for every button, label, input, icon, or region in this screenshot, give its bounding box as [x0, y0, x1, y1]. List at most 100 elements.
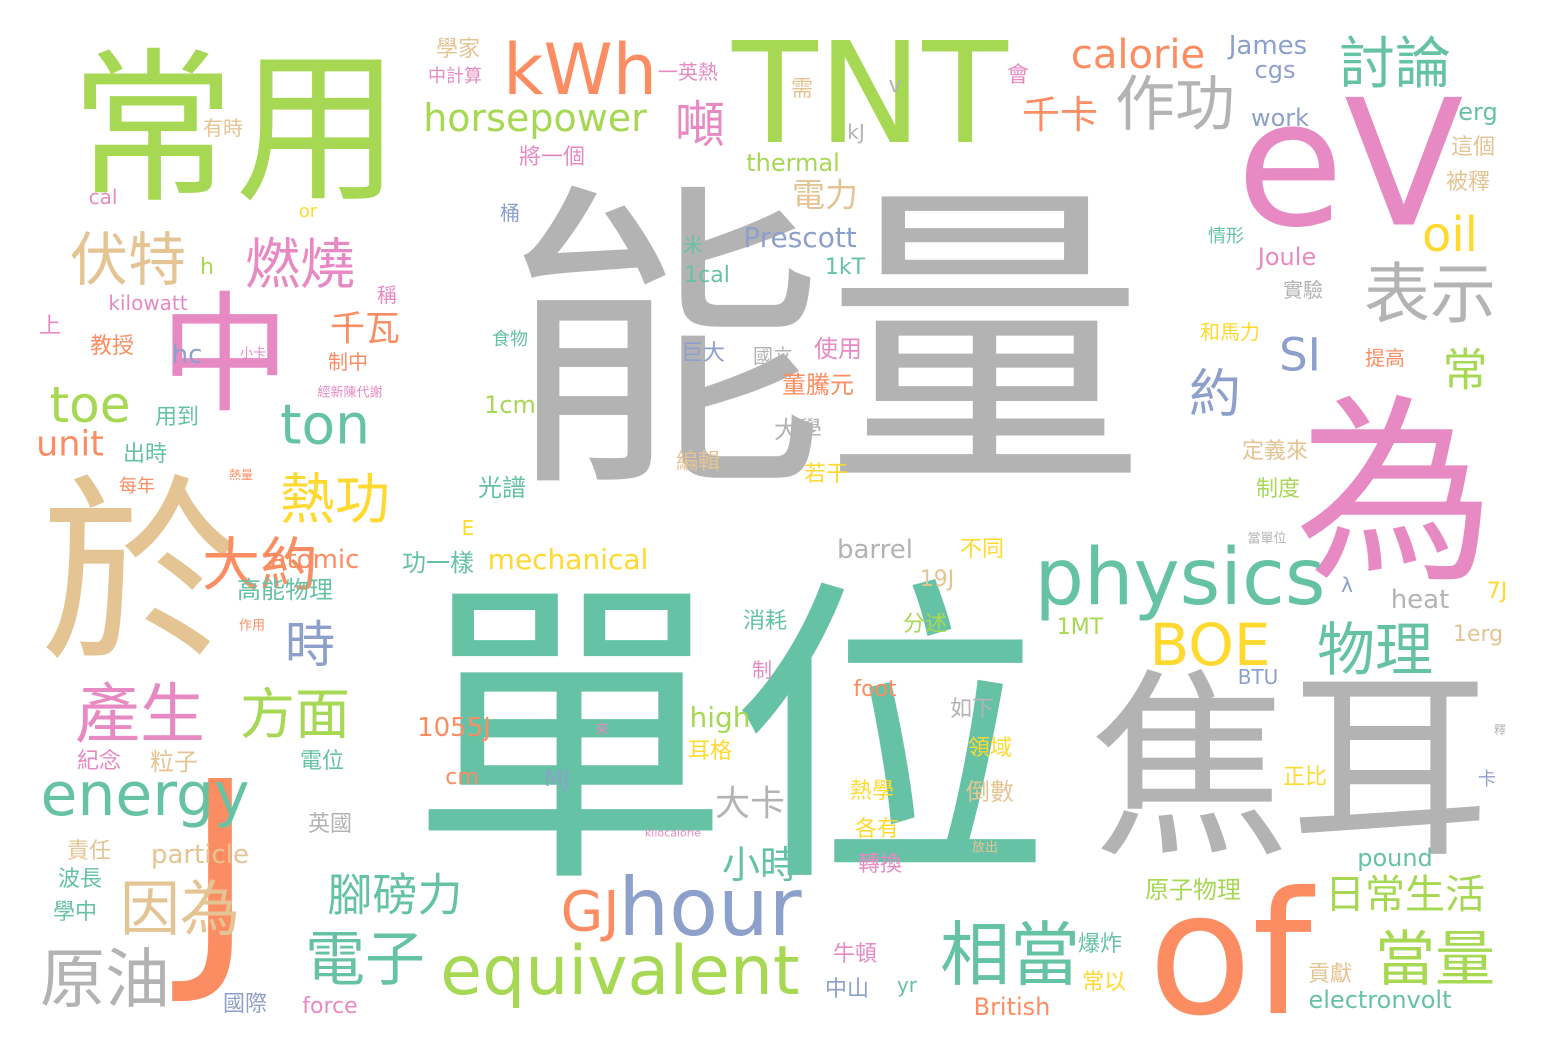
word-kilocalorie: kilocalorie [644, 826, 702, 840]
word-cjk-24: 表示 [1364, 256, 1496, 333]
word-cjk-115: 用到 [154, 405, 200, 430]
word-cjk-131: 消耗 [742, 609, 788, 634]
word-cjk-132: 分述 [902, 612, 948, 637]
word-or: or [298, 201, 318, 222]
word-gj: GJ [560, 879, 620, 944]
word-cjk-42: 常 [1442, 343, 1488, 397]
word-cjk-150: 波長 [57, 867, 103, 892]
word-cjk-149: 轉換 [857, 852, 903, 877]
word-british: British [973, 993, 1051, 1021]
word-work: work [1250, 104, 1310, 132]
word-cjk-20: 因為 [120, 875, 240, 945]
word-cjk-47: 千瓦 [329, 309, 401, 350]
word-cal: cal [88, 185, 118, 209]
word-joule: Joule [1257, 243, 1317, 271]
word-cjk-21: 電子 [305, 925, 425, 995]
word-oil: oil [1421, 207, 1479, 263]
word-cjk-133: 作用 [238, 618, 266, 634]
word-cjk-98: 需 [790, 77, 814, 102]
word-kj: kJ [847, 120, 865, 144]
word-energy: energy [40, 760, 250, 830]
word-ton: ton [279, 392, 371, 457]
word-cjk-125: 若干 [803, 462, 849, 487]
word-cjk-105: 提高 [1365, 346, 1405, 370]
word-cjk-136: 耳格 [687, 739, 733, 764]
word-cjk-154: 牛頓 [832, 942, 878, 967]
word-cjk-123: 大學 [774, 416, 822, 444]
word-cjk-146: 各有 [854, 817, 900, 842]
word-cjk-128: 功一樣 [402, 549, 474, 577]
word-kilowatt: kilowatt [108, 291, 188, 315]
word-erg: erg [1458, 98, 1498, 126]
word-cjk-49: 大卡 [714, 784, 786, 825]
word-h: h [200, 255, 214, 280]
word-cjk-158: 國際 [222, 992, 268, 1017]
word-cjk-94: 有時 [203, 116, 243, 140]
word-cjk-91: 學家 [435, 37, 481, 62]
word-cjk-45: 噸 [675, 96, 725, 154]
word-mechanical: mechanical [487, 543, 649, 576]
word-cjk-95: 將一個 [518, 145, 586, 170]
word-cjk-26: 討論 [1339, 32, 1451, 97]
word-cjk-48: 電力 [792, 175, 858, 215]
word-cjk-138: 粒子 [150, 748, 198, 776]
word-horsepower: horsepower [423, 96, 647, 140]
word-cjk-157: 中山 [824, 977, 870, 1002]
word-1cm: 1cm [484, 391, 536, 419]
word-cjk-141: 領域 [967, 736, 1013, 761]
word-cjk-119: 巨大 [680, 341, 726, 366]
word-thermal: thermal [746, 149, 840, 177]
word-cjk-104: 和馬力 [1200, 320, 1260, 344]
word-cjk-152: 原子物理 [1145, 876, 1241, 904]
word-1kt: 1kT [824, 255, 866, 280]
word-cjk-137: 紀念 [76, 749, 122, 774]
word-19j: 19J [919, 567, 955, 592]
word-cjk-118: 熱量 [228, 468, 254, 482]
word-cjk-107: 制度 [1255, 477, 1301, 502]
word-cjk-103: 實驗 [1283, 278, 1323, 302]
word-foot: foot [853, 677, 897, 702]
word-cjk-143: 正比 [1282, 765, 1328, 790]
word-cjk-25: 作功 [1115, 70, 1235, 140]
word-pound: pound [1357, 844, 1433, 872]
word-heat: heat [1390, 585, 1450, 615]
word-cjk-46: 千卡 [1021, 93, 1099, 137]
word-cgs: cgs [1254, 56, 1296, 84]
word-cjk-145: 熱學 [849, 779, 895, 804]
word-kwh: kWh [502, 29, 658, 111]
word-cjk-108: 上 [38, 314, 62, 339]
word-btu: BTU [1237, 665, 1279, 689]
word-cjk-23: 物理 [1316, 616, 1434, 684]
word-mj: MJ [544, 767, 570, 792]
word-cjk-87: λ [1341, 573, 1353, 597]
word-cjk-140: 來 [595, 722, 609, 738]
word-cjk-43: 時 [285, 616, 335, 674]
word-cjk-120: 國立 [753, 344, 793, 368]
word-cjk-101: 被釋 [1445, 170, 1491, 195]
word-cjk-16: 當量 [1375, 925, 1495, 995]
word-cjk-15: 相當 [940, 914, 1080, 996]
word-cjk-144: 英國 [307, 812, 353, 837]
word-cjk-155: 常以 [1081, 970, 1127, 995]
word-cjk-121: 使用 [814, 335, 862, 363]
word-physics: physics [1034, 533, 1326, 623]
word-cjk-117: 每年 [119, 476, 155, 497]
word-cjk-156: 貢獻 [1307, 962, 1353, 987]
word-cjk-106: 定義來 [1241, 439, 1309, 464]
word-cm: cm [445, 765, 479, 790]
word-cjk-142: 倒數 [966, 778, 1014, 806]
word-si: SI [1279, 328, 1321, 382]
word-cjk-130: 當單位 [1247, 531, 1287, 547]
word-cjk-99: 會 [1006, 63, 1030, 88]
word-cjk-29: 熱功 [279, 467, 391, 532]
word-yr: yr [896, 973, 918, 997]
word-7j: 7J [1486, 579, 1508, 604]
word-barrel: barrel [836, 535, 914, 565]
word-cjk-112: 食物 [492, 329, 528, 350]
word-cjk-139: 電位 [299, 749, 345, 774]
word-1erg: 1erg [1452, 622, 1504, 647]
word-cjk-159: 釋 [1493, 723, 1507, 737]
word-cjk-151: 學中 [52, 900, 98, 925]
word-high: high [689, 701, 751, 734]
word-cjk-36: 日常生活 [1325, 872, 1485, 918]
